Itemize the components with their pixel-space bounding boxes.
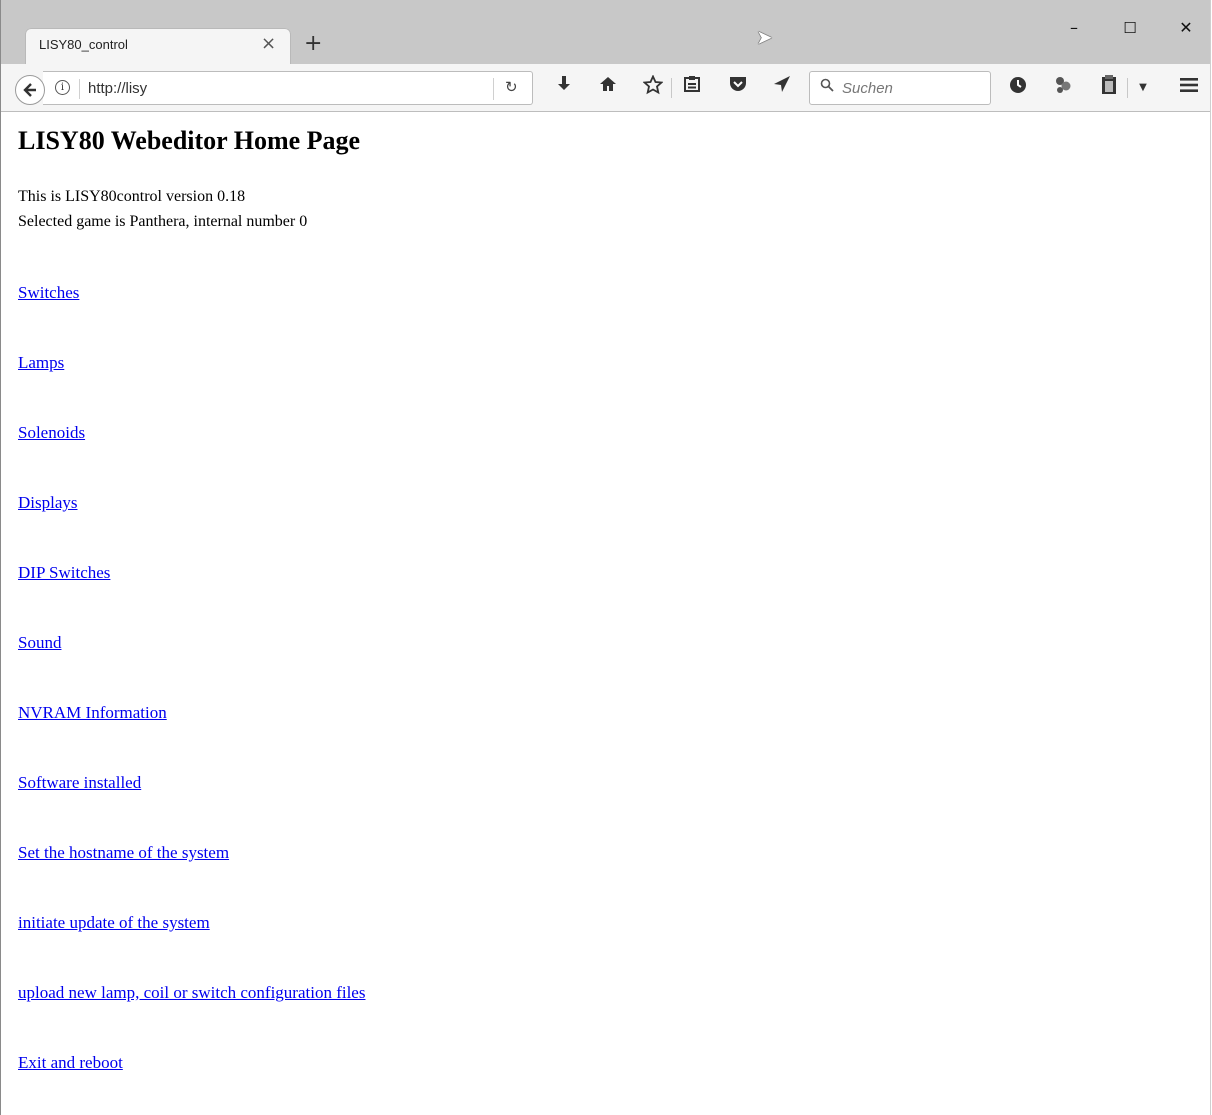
browser-tab[interactable]: LISY80_control × [25, 28, 291, 65]
send-icon[interactable] [770, 75, 794, 101]
download-icon[interactable] [552, 75, 576, 101]
clipboard-icon[interactable] [1097, 75, 1121, 103]
link-switches[interactable]: Switches [18, 283, 79, 303]
close-window-button[interactable]: ✕ [1163, 14, 1209, 42]
link-displays[interactable]: Displays [18, 493, 78, 513]
link-set-hostname[interactable]: Set the hostname of the system [18, 843, 229, 863]
bookmark-star-icon[interactable] [641, 74, 665, 103]
version-info: This is LISY80control version 0.18 [18, 188, 246, 205]
history-icon[interactable] [1006, 75, 1030, 103]
back-button[interactable] [15, 75, 45, 105]
url-text[interactable]: http://lisy [88, 80, 147, 97]
title-bar: LISY80_control × + ➤ – ☐ ✕ [1, 0, 1210, 65]
toolbar-divider [671, 78, 672, 98]
search-icon [820, 78, 834, 96]
tab-title: LISY80_control [39, 37, 128, 52]
extension-icon[interactable] [1051, 75, 1075, 103]
link-exit-reboot[interactable]: Exit and reboot [18, 1053, 123, 1073]
maximize-button[interactable]: ☐ [1107, 14, 1153, 42]
search-input[interactable]: Suchen [842, 80, 893, 97]
tab-close-icon[interactable]: × [261, 34, 276, 54]
back-arrow-icon [23, 83, 36, 97]
mouse-cursor-icon: ➤ [756, 25, 773, 49]
dropdown-icon[interactable]: ▼ [1131, 75, 1155, 101]
hamburger-menu-icon[interactable] [1177, 75, 1201, 101]
url-divider [79, 79, 80, 99]
link-nvram-information[interactable]: NVRAM Information [18, 703, 167, 723]
link-upload-config-files[interactable]: upload new lamp, coil or switch configur… [18, 983, 365, 1003]
search-bar[interactable]: Suchen [809, 71, 991, 105]
site-info-icon[interactable]: i [55, 80, 70, 95]
link-sound[interactable]: Sound [18, 633, 61, 653]
minimize-button[interactable]: – [1051, 14, 1097, 42]
pocket-icon[interactable] [726, 75, 750, 101]
link-solenoids[interactable]: Solenoids [18, 423, 85, 443]
link-dip-switches[interactable]: DIP Switches [18, 563, 110, 583]
link-software-installed[interactable]: Software installed [18, 773, 141, 793]
reload-icon[interactable]: ↻ [505, 78, 518, 96]
url-divider [493, 78, 494, 100]
new-tab-button[interactable]: + [304, 32, 322, 56]
page-title: LISY80 Webeditor Home Page [18, 126, 361, 155]
toolbar-divider [1127, 78, 1128, 98]
reading-list-icon[interactable] [680, 75, 704, 101]
url-bar[interactable]: i http://lisy ↻ [43, 71, 533, 105]
link-lamps[interactable]: Lamps [18, 353, 64, 373]
link-initiate-update[interactable]: initiate update of the system [18, 913, 210, 933]
selected-game-info: Selected game is Panthera, internal numb… [18, 213, 308, 230]
browser-window: LISY80_control × + ➤ – ☐ ✕ i http://lisy… [0, 0, 1211, 1115]
home-icon[interactable] [596, 75, 620, 101]
